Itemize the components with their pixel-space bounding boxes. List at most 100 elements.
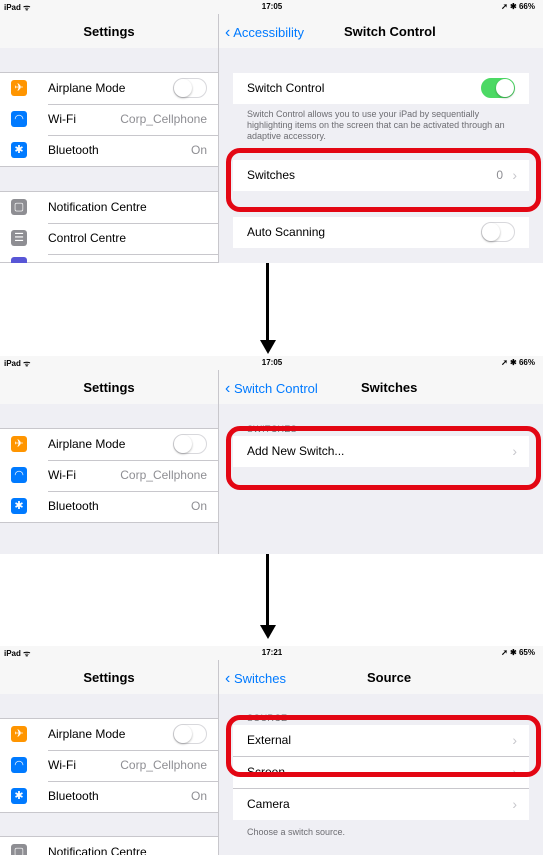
sidebar-item-label: Notification Centre <box>48 200 147 214</box>
sidebar-item-label: Bluetooth <box>48 143 99 157</box>
back-button[interactable]: ‹ Switches <box>225 670 286 688</box>
back-button-label: Switches <box>233 671 286 686</box>
sidebar-item-bluetooth[interactable]: ✱ Bluetooth On <box>0 491 218 522</box>
toggle-knob <box>174 435 192 453</box>
sidebar-item-label: Notification Centre <box>48 845 147 855</box>
control-centre-icon: ☰ <box>11 230 27 246</box>
arrow-shaft-1 <box>266 263 269 343</box>
sidebar-item-airplane-mode[interactable]: ✈ Airplane Mode <box>0 429 218 460</box>
switch-control-row: Switch Control <box>233 73 529 104</box>
carrier-label: iPad ᯤ <box>4 3 31 12</box>
chevron-left-icon: ‹ <box>225 670 231 687</box>
source-description: Choose a switch source. <box>247 827 346 837</box>
status-bar: iPad ᯤ 17:05 ➚ ✱ 66% <box>0 0 543 14</box>
status-bar: iPad ᯤ 17:05 ➚ ✱ 66% <box>0 356 543 370</box>
sidebar-item-notification-centre[interactable]: ▢ Notification Centre <box>0 837 218 855</box>
wifi-icon: ◠ <box>11 757 27 773</box>
bluetooth-icon: ✱ <box>11 788 27 804</box>
settings-list: ✈ Airplane Mode ◠ Wi-Fi Corp_Cellphone ✱… <box>0 48 218 263</box>
back-button-label: Accessibility <box>233 25 305 40</box>
bluetooth-value: On <box>190 143 207 157</box>
sidebar-item-airplane-mode[interactable]: ✈ Airplane Mode <box>0 719 218 750</box>
sidebar-item-control-centre[interactable]: ☰ Control Centre <box>0 223 218 254</box>
switch-control-toggle[interactable] <box>481 78 515 98</box>
sidebar-item-bluetooth[interactable]: ✱ Bluetooth On <box>0 781 218 812</box>
notification-centre-icon: ▢ <box>11 844 27 855</box>
toggle-knob <box>496 79 514 97</box>
wifi-icon: ◠ <box>11 467 27 483</box>
settings-nav-bar: Settings <box>0 370 218 405</box>
sidebar-item-wifi[interactable]: ◠ Wi-Fi Corp_Cellphone <box>0 750 218 781</box>
toggle-knob <box>174 725 192 743</box>
settings-list: ✈ Airplane Mode ◠ Wi-Fi Corp_Cellphone ✱… <box>0 694 218 855</box>
detail-nav-bar: ‹ Accessibility Switch Control <box>219 14 543 49</box>
source-option-camera[interactable]: Camera › <box>233 788 529 820</box>
detail-nav-bar: ‹ Switch Control Switches <box>219 370 543 405</box>
bluetooth-icon: ✱ <box>11 142 27 158</box>
sidebar-item-notification-centre[interactable]: ▢ Notification Centre <box>0 192 218 223</box>
toggle-knob <box>174 79 192 97</box>
bluetooth-icon: ✱ <box>11 498 27 514</box>
arrow-shaft-2 <box>266 554 269 626</box>
screenshot-switches: iPad ᯤ 17:05 ➚ ✱ 66% Settings ‹ Switch C… <box>0 356 543 554</box>
back-button[interactable]: ‹ Switch Control <box>225 380 318 398</box>
sidebar-item-label: Wi-Fi <box>48 468 76 482</box>
auto-scanning-toggle[interactable] <box>481 222 515 242</box>
wifi-network-value: Corp_Cellphone <box>120 758 207 772</box>
airplane-icon: ✈ <box>11 436 27 452</box>
source-option-label: Camera <box>247 797 290 811</box>
battery-indicator: ➚ ✱ 65% <box>501 648 535 657</box>
sidebar-item-airplane-mode[interactable]: ✈ Airplane Mode <box>0 73 218 104</box>
carrier-label: iPad ᯤ <box>4 359 31 368</box>
settings-nav-bar: Settings <box>0 14 218 49</box>
sidebar-item-bluetooth[interactable]: ✱ Bluetooth On <box>0 135 218 166</box>
settings-title: Settings <box>83 380 135 395</box>
bluetooth-value: On <box>190 789 207 803</box>
settings-group-centres: ▢ Notification Centre ☰ Control Centre <box>0 191 218 263</box>
highlight-add-new-switch <box>226 426 541 490</box>
switch-control-group: Switch Control <box>233 73 529 104</box>
screenshot-switch-control: iPad ᯤ 17:05 ➚ ✱ 66% Settings ‹ Accessib… <box>0 0 543 263</box>
bluetooth-value: On <box>190 499 207 513</box>
detail-nav-bar: ‹ Switches Source <box>219 660 543 695</box>
clock: 17:05 <box>261 358 283 367</box>
screenshot-source: iPad ᯤ 17:21 ➚ ✱ 65% Settings ‹ Switches… <box>0 646 543 855</box>
settings-group-connectivity: ✈ Airplane Mode ◠ Wi-Fi Corp_Cellphone ✱… <box>0 718 218 813</box>
clock: 17:21 <box>261 648 283 657</box>
battery-indicator: ➚ ✱ 66% <box>501 358 535 367</box>
airplane-mode-toggle[interactable] <box>173 434 207 454</box>
airplane-mode-toggle[interactable] <box>173 724 207 744</box>
carrier-label: iPad ᯤ <box>4 649 31 658</box>
wifi-icon: ◠ <box>11 111 27 127</box>
back-button[interactable]: ‹ Accessibility <box>225 24 304 42</box>
sidebar-item-label: Wi-Fi <box>48 112 76 126</box>
detail-title: Source <box>367 670 412 685</box>
settings-group-connectivity: ✈ Airplane Mode ◠ Wi-Fi Corp_Cellphone ✱… <box>0 428 218 523</box>
sidebar-item-label: Wi-Fi <box>48 758 76 772</box>
notification-centre-icon: ▢ <box>11 199 27 215</box>
highlight-external <box>226 715 541 777</box>
airplane-icon: ✈ <box>11 80 27 96</box>
clock: 17:05 <box>261 2 283 11</box>
sidebar-item-label: Airplane Mode <box>48 727 126 741</box>
highlight-switches <box>226 148 541 212</box>
status-bar: iPad ᯤ 17:21 ➚ ✱ 65% <box>0 646 543 660</box>
airplane-mode-toggle[interactable] <box>173 78 207 98</box>
wifi-network-value: Corp_Cellphone <box>120 468 207 482</box>
detail-title: Switches <box>361 380 418 395</box>
detail-title: Switch Control <box>344 24 436 39</box>
sidebar-item-label: Bluetooth <box>48 499 99 513</box>
chevron-left-icon: ‹ <box>225 24 231 41</box>
auto-scanning-row: Auto Scanning <box>233 217 529 248</box>
settings-title: Settings <box>83 670 135 685</box>
arrow-head-2 <box>260 625 276 639</box>
do-not-disturb-icon <box>11 257 27 263</box>
sidebar-item-partial <box>0 254 218 263</box>
toggle-knob <box>482 223 500 241</box>
sidebar-item-wifi[interactable]: ◠ Wi-Fi Corp_Cellphone <box>0 104 218 135</box>
chevron-right-icon: › <box>512 796 517 812</box>
sidebar-item-wifi[interactable]: ◠ Wi-Fi Corp_Cellphone <box>0 460 218 491</box>
battery-indicator: ➚ ✱ 66% <box>501 2 535 11</box>
auto-scanning-group: Auto Scanning <box>233 217 529 248</box>
settings-list: ✈ Airplane Mode ◠ Wi-Fi Corp_Cellphone ✱… <box>0 404 218 554</box>
